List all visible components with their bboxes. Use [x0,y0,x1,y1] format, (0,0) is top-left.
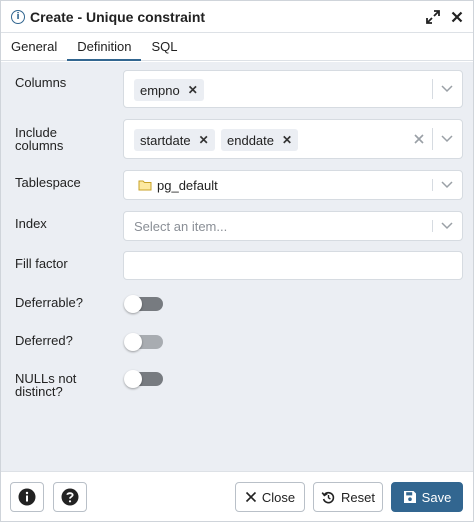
deferred-toggle[interactable] [124,333,163,351]
question-circle-icon [61,488,79,506]
chip-label: startdate [140,132,191,148]
title-bar: i Create - Unique constraint [1,1,473,33]
remove-chip-icon[interactable]: ✕ [188,83,198,97]
toggle-knob [124,333,142,351]
info-button[interactable] [10,482,44,512]
index-dropdown-toggle[interactable] [432,212,462,240]
chip-label: empno [140,82,180,98]
clear-all-button[interactable] [412,120,426,158]
include-chip-enddate: enddate ✕ [221,129,299,151]
columns-dropdown-toggle[interactable] [432,71,462,107]
include-columns-select[interactable]: startdate ✕ enddate ✕ [123,119,463,159]
chip-label: enddate [227,132,274,148]
folder-icon [138,180,152,191]
chevron-down-icon [441,85,453,93]
chevron-down-icon [441,135,453,143]
expand-button[interactable] [424,8,442,26]
column-chip-empno: empno ✕ [134,79,204,101]
index-select[interactable]: Select an item... [123,211,463,241]
dialog: i Create - Unique constraint General Def… [0,0,474,522]
dialog-footer: Close Reset Save [1,471,473,521]
tab-general[interactable]: General [1,33,67,60]
toggle-knob [124,295,142,313]
columns-label: Columns [15,75,67,90]
index-label: Index [15,216,47,231]
deferrable-toggle[interactable] [124,295,163,313]
save-button[interactable]: Save [391,482,463,512]
deferrable-label: Deferrable? [15,295,83,310]
tab-definition[interactable]: Definition [67,33,142,61]
include-columns-label: Include columns [15,125,64,153]
reset-button-label: Reset [341,489,375,505]
tablespace-value: pg_default [157,177,218,193]
include-chip-startdate: startdate ✕ [134,129,215,151]
fill-factor-input[interactable] [123,251,463,280]
info-icon: i [11,9,25,24]
tab-bar: General Definition SQL [1,34,473,61]
close-dialog-button[interactable] [448,8,466,26]
close-button-label: Close [261,489,296,505]
remove-chip-icon[interactable]: ✕ [282,133,292,147]
reset-button[interactable]: Reset [313,482,383,512]
expand-icon [426,10,440,24]
close-icon [245,491,256,503]
reset-icon [321,491,335,503]
close-button[interactable]: Close [235,482,305,512]
nulls-not-distinct-toggle[interactable] [124,370,163,388]
help-button[interactable] [53,482,87,512]
columns-select[interactable]: empno ✕ [123,70,463,108]
tablespace-select[interactable]: pg_default [123,170,463,200]
chevron-down-icon [441,222,453,230]
close-icon [451,11,463,23]
chevron-down-icon [441,181,453,189]
tab-sql[interactable]: SQL [141,33,187,60]
fill-factor-label: Fill factor [15,256,68,271]
clear-icon [414,134,424,144]
index-placeholder: Select an item... [134,218,228,234]
remove-chip-icon[interactable]: ✕ [199,133,209,147]
info-circle-icon [18,488,36,506]
tablespace-value-wrap: pg_default [138,171,218,199]
dialog-title: Create - Unique constraint [30,8,206,25]
tablespace-label: Tablespace [15,175,81,190]
floppy-disk-icon [403,491,416,503]
nulls-not-distinct-label: NULLs not distinct? [15,371,77,399]
definition-panel: Columns empno ✕ Include columns startdat… [1,62,473,471]
include-columns-dropdown-toggle[interactable] [432,120,462,158]
tablespace-dropdown-toggle[interactable] [432,171,462,199]
toggle-knob [124,370,142,388]
save-button-label: Save [421,489,452,505]
deferred-label: Deferred? [15,333,73,348]
